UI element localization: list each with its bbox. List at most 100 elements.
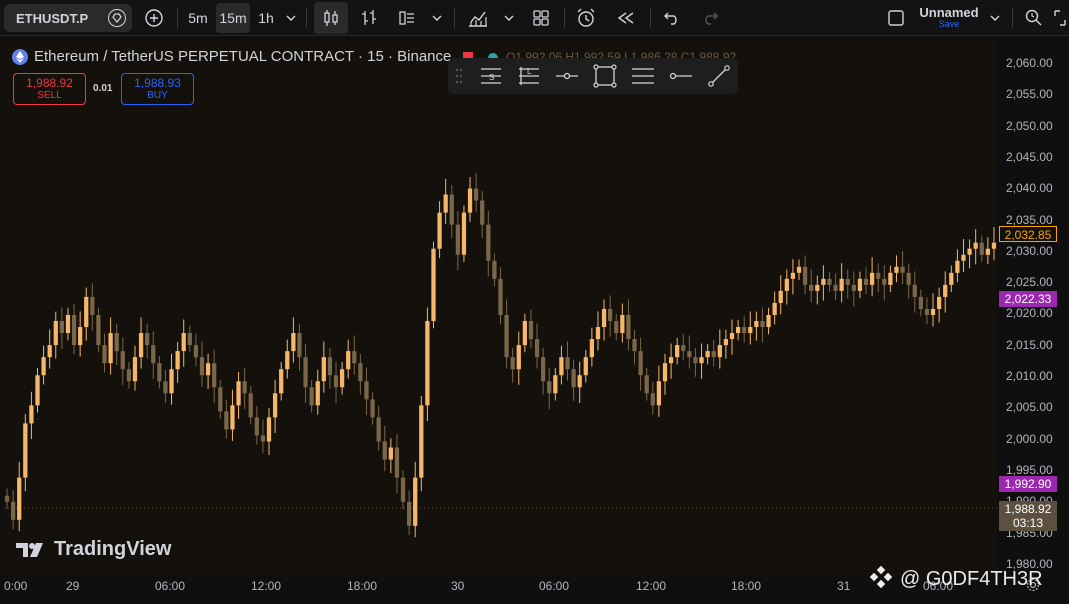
indicators-button[interactable] [394,0,420,36]
candlestick-series[interactable] [4,40,997,576]
candle [212,349,217,403]
candle [96,307,101,353]
candle [601,299,607,341]
candles-chart-type-button[interactable] [314,2,348,34]
candle [522,313,528,353]
indicators-dropdown[interactable] [428,0,446,36]
candle [187,325,192,353]
undo-button[interactable] [660,0,684,36]
chevron-down-icon [990,15,1000,21]
candle [29,391,34,440]
timeframe-dropdown[interactable] [282,0,300,36]
candle [943,271,948,313]
candle [78,311,83,357]
price-tick-label: 2,000.00 [1006,431,1053,446]
time-tick-label: 18:00 [731,579,762,593]
candle [327,347,333,389]
candle [23,414,28,492]
candle [802,255,808,295]
candle [388,438,393,474]
alert-button[interactable] [572,0,600,36]
templates-button[interactable] [464,0,492,36]
price-tick-label: 2,060.00 [1006,56,1053,70]
price-tick-label: 2,050.00 [1006,118,1053,133]
candle [285,339,290,379]
rectangle-tool-icon[interactable] [592,64,618,88]
redo-button[interactable] [698,0,722,36]
horizontal-ray-tool-icon[interactable] [668,64,694,88]
candle [979,235,984,262]
candle [120,337,125,385]
symbol-search-button[interactable]: ETHUSDT.P [4,4,132,32]
search-icon [1025,9,1042,26]
layout-toggle-button[interactable] [884,0,908,36]
buy-button[interactable]: 1,988.93 BUY [121,73,194,105]
candle [394,433,400,494]
candle [358,353,363,395]
candle [53,311,58,359]
candle [279,361,284,401]
candle [833,273,838,301]
time-tick-label: 0:00 [4,579,28,593]
fullscreen-button[interactable] [1052,0,1068,36]
candle [693,347,698,377]
candle [559,345,564,385]
candle [534,323,540,369]
replay-button[interactable] [612,0,640,36]
candle [687,335,692,369]
candle [504,299,509,369]
horizontal-line-tool-icon[interactable] [554,64,580,88]
candle [260,419,266,453]
candle [309,380,314,413]
trend-line-tool-icon[interactable] [706,64,732,88]
timeframe-5m-button[interactable]: 5m [184,0,212,36]
price-tick-label: 2,035.00 [1006,212,1053,227]
candle [675,337,680,365]
indicator-price-label: 2,022.33 [999,291,1057,307]
long-position-tool-icon[interactable]: L [516,64,542,88]
layout-dropdown[interactable] [986,0,1004,36]
watermark-text: TradingView [54,538,172,560]
candle [132,345,138,391]
buy-price: 1,988.93 [134,76,181,90]
compare-symbol-button[interactable] [141,0,167,36]
candle [4,488,10,509]
diamond-icon[interactable] [108,9,126,27]
symbol-label: ETHUSDT.P [16,10,89,26]
candle [742,315,747,343]
drag-handle-icon[interactable] [454,64,464,88]
candle [41,345,46,385]
last-price-label: 1,988.92 03:13 [999,501,1057,531]
candle [815,275,820,305]
candle [364,367,369,415]
candle [333,361,339,403]
legend-title-row: Ethereum / TetherUS PERPETUAL CONTRACT ·… [12,48,474,65]
candle [151,331,156,379]
overlay-mark: @ G0DF4TH3R [868,566,1043,592]
bars-chart-type-button[interactable] [356,0,382,36]
candle [370,392,375,425]
symbol-description[interactable]: Ethereum / TetherUS PERPETUAL CONTRACT ·… [34,48,451,65]
candle [656,365,662,417]
redo-icon [705,12,718,25]
toolbar-divider [306,8,307,28]
timeframe-15m-button[interactable]: 15m [216,3,250,33]
price-tick-label: 2,030.00 [1006,243,1053,258]
candle [754,311,759,341]
candle [662,353,668,395]
parallel-channel-tool-icon[interactable] [630,64,656,88]
quick-search-button[interactable] [1022,0,1046,36]
timeframe-1h-button[interactable]: 1h [254,0,278,36]
save-label: Save [938,19,960,30]
layout-button[interactable] [528,0,554,36]
candle [906,263,911,299]
layout-name-button[interactable]: Unnamed Save [915,0,983,36]
short-position-tool-icon[interactable]: S [478,64,504,88]
candle [900,251,905,285]
sell-button[interactable]: 1,988.92 SELL [13,73,86,105]
candle [705,343,710,365]
candle [242,367,247,409]
candle [193,333,199,367]
candle [480,191,485,239]
templates-dropdown[interactable] [500,0,518,36]
